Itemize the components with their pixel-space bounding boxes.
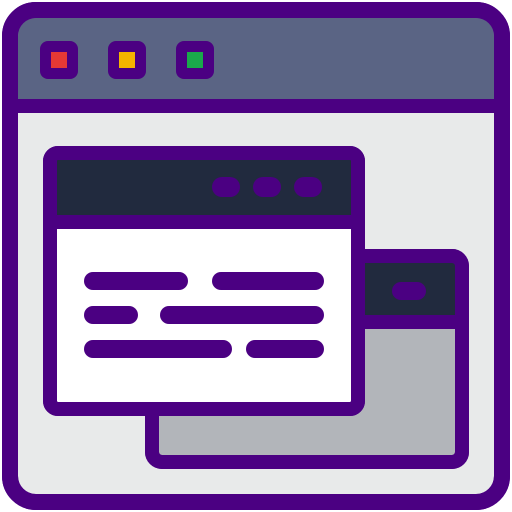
front-dot-1-icon bbox=[212, 177, 240, 197]
back-window-pill-icon bbox=[392, 282, 426, 300]
text-line bbox=[160, 306, 324, 324]
maximize-dot-inner bbox=[187, 52, 203, 68]
text-line bbox=[84, 306, 138, 324]
close-dot-inner bbox=[51, 52, 67, 68]
front-window bbox=[43, 146, 365, 416]
main-window-titlebar bbox=[18, 18, 494, 102]
browser-windows-icon bbox=[2, 2, 510, 510]
text-line bbox=[84, 272, 188, 290]
window-controls bbox=[40, 41, 214, 79]
text-line bbox=[84, 340, 232, 358]
front-dot-2-icon bbox=[253, 177, 281, 197]
text-line bbox=[212, 272, 324, 290]
front-dot-3-icon bbox=[294, 177, 322, 197]
front-window-controls bbox=[212, 177, 322, 197]
minimize-dot-inner bbox=[119, 52, 135, 68]
text-line bbox=[246, 340, 324, 358]
